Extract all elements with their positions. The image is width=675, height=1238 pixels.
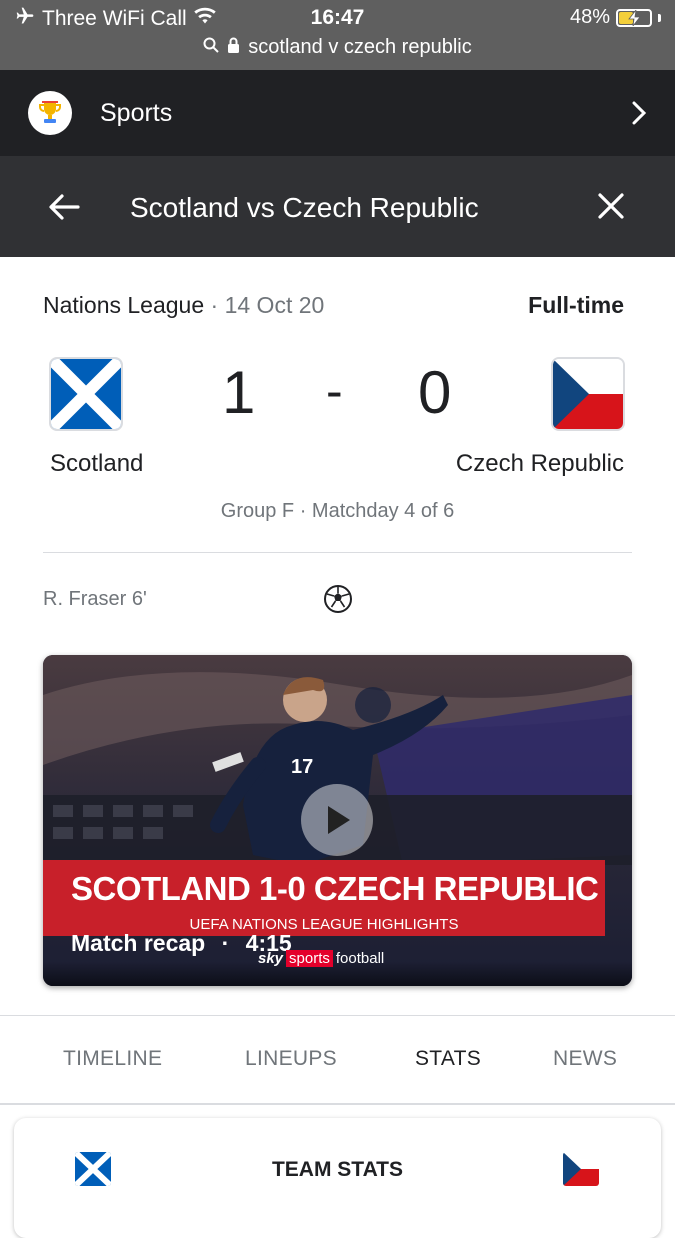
url-bar[interactable]: scotland v czech republic	[0, 36, 675, 59]
battery-percent: 48%	[569, 6, 610, 28]
trophy-icon	[28, 91, 72, 135]
czech-flag-icon[interactable]	[551, 357, 625, 431]
video-thumbnail[interactable]: 17 SCOTLAND 1-0 CZECH REPUBLIC UEFA NATI…	[43, 655, 632, 986]
chevron-right-icon[interactable]	[631, 100, 647, 131]
play-button[interactable]	[301, 784, 373, 856]
scotland-flag-icon[interactable]	[49, 357, 123, 431]
group-info: Group F · Matchday 4 of 6	[220, 500, 455, 522]
sports-header[interactable]: Sports	[0, 70, 675, 156]
battery-icon	[616, 8, 652, 27]
tabs-divider-bottom	[0, 1103, 675, 1105]
tab-lineups[interactable]: LINEUPS	[245, 1047, 337, 1071]
logo-football: football	[335, 950, 385, 967]
match-status: Full-time	[528, 292, 624, 318]
lock-icon	[227, 36, 240, 59]
tab-timeline[interactable]: TIMELINE	[63, 1047, 162, 1071]
meta-separator: ·	[210, 292, 219, 318]
status-bar: Three WiFi Call 16:47 48% scotland v cze…	[0, 0, 675, 70]
logo-sports: sports	[286, 950, 333, 967]
match-date: 14 Oct 20	[224, 292, 325, 318]
highlight-banner: SCOTLAND 1-0 CZECH REPUBLIC UEFA NATIONS…	[43, 860, 605, 936]
recap-label: Match recap	[71, 930, 206, 956]
search-icon	[203, 36, 219, 59]
battery-group: 48%	[570, 6, 661, 29]
away-score: 0	[418, 359, 452, 426]
sky-sports-logo: sky sports football	[258, 950, 384, 967]
battery-cap	[658, 13, 661, 22]
logo-sky: sky	[258, 950, 284, 967]
tab-news[interactable]: NEWS	[553, 1047, 617, 1071]
sports-label: Sports	[100, 99, 173, 127]
czech-flag-small-icon	[563, 1152, 599, 1186]
competition[interactable]: Nations League	[43, 292, 204, 318]
search-header: Scotland vs Czech Republic	[0, 156, 675, 257]
home-team-name[interactable]: Scotland	[50, 450, 143, 478]
svg-text:17: 17	[291, 756, 313, 778]
tabs-divider-top	[0, 1015, 675, 1016]
home-score: 1	[222, 359, 256, 426]
goal-scorer: R. Fraser 6'	[43, 588, 147, 610]
score-separator: -	[326, 363, 343, 419]
tab-stats[interactable]: STATS	[415, 1047, 481, 1071]
search-title[interactable]: Scotland vs Czech Republic	[130, 192, 479, 224]
back-arrow-icon[interactable]	[48, 192, 80, 227]
url-text: scotland v czech republic	[248, 36, 472, 58]
team-stats-card: TEAM STATS	[14, 1118, 661, 1238]
match-meta: Nations League · 14 Oct 20	[43, 292, 324, 319]
away-team-name[interactable]: Czech Republic	[456, 450, 624, 478]
soccer-ball-icon	[323, 584, 353, 619]
close-icon[interactable]	[597, 192, 625, 225]
banner-title: SCOTLAND 1-0 CZECH REPUBLIC	[71, 870, 599, 907]
recap-separator: ·	[221, 930, 230, 956]
divider	[43, 552, 632, 553]
